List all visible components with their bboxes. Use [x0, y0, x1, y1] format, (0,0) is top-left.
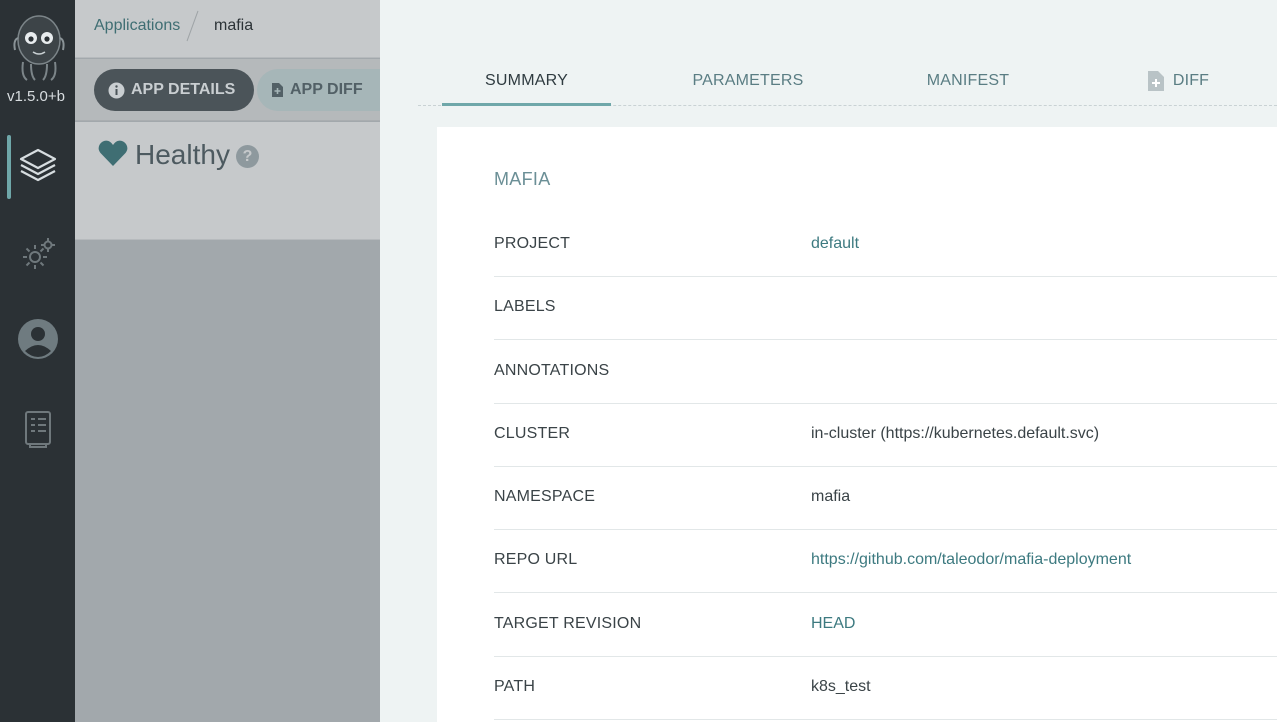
summary-row-project: PROJECT default — [494, 214, 1277, 277]
details-tabs: SUMMARY PARAMETERS MANIFEST DIFF — [418, 56, 1277, 106]
left-nav: v1.5.0+b — [0, 0, 75, 722]
tab-diff[interactable]: DIFF — [1118, 56, 1238, 105]
breadcrumb-separator — [186, 10, 199, 42]
path-value: k8s_test — [811, 678, 871, 695]
breadcrumb-current: mafia — [214, 17, 254, 34]
namespace-value: mafia — [811, 488, 851, 505]
summary-card: MAFIA PROJECT default LABELS ANNOTATIONS… — [437, 127, 1277, 722]
tab-summary[interactable]: SUMMARY — [442, 56, 611, 105]
argo-logo-icon[interactable] — [11, 10, 67, 82]
app-details-panel: SUMMARY PARAMETERS MANIFEST DIFF MAFIA P… — [380, 0, 1277, 722]
project-link[interactable]: default — [811, 235, 859, 253]
tab-summary-label: SUMMARY — [485, 71, 568, 89]
row-label: TARGET REVISION — [494, 615, 642, 632]
row-label: PROJECT — [494, 235, 571, 252]
app-name-heading: MAFIA — [494, 169, 551, 189]
user-icon — [17, 318, 59, 365]
nav-item-settings[interactable] — [15, 232, 61, 278]
tab-parameters-label: PARAMETERS — [692, 71, 804, 89]
nav-item-docs[interactable] — [15, 408, 61, 454]
row-label: NAMESPACE — [494, 488, 596, 505]
app-details-background-pane: Applications mafia APP DETAILS APP DIFF … — [75, 0, 381, 722]
cluster-value: in-cluster (https://kubernetes.default.s… — [811, 425, 1100, 442]
summary-row-namespace: NAMESPACE mafia — [494, 467, 1277, 530]
app-details-button[interactable]: APP DETAILS — [94, 69, 254, 111]
nav-item-user-info[interactable] — [15, 318, 61, 364]
row-label: PATH — [494, 678, 536, 695]
file-diff-icon — [271, 82, 284, 98]
repo-url-link[interactable]: https://github.com/taleodor/mafia-deploy… — [811, 551, 1131, 569]
docs-icon — [22, 409, 54, 454]
tab-manifest[interactable]: MANIFEST — [898, 56, 1038, 105]
summary-row-path: PATH k8s_test — [494, 657, 1277, 720]
health-status-panel: Healthy ? — [75, 122, 380, 240]
row-label: CLUSTER — [494, 425, 571, 442]
breadcrumb: Applications mafia — [75, 0, 380, 58]
layers-icon — [17, 144, 59, 191]
summary-row-target-revision: TARGET REVISION HEAD — [494, 594, 1277, 657]
active-tab-indicator — [442, 103, 611, 106]
tab-diff-label: DIFF — [1172, 71, 1210, 89]
tab-parameters[interactable]: PARAMETERS — [668, 56, 828, 105]
info-icon — [108, 82, 125, 99]
health-status-text: Healthy — [135, 139, 230, 170]
target-revision-link[interactable]: HEAD — [811, 615, 855, 633]
breadcrumb-applications-link[interactable]: Applications — [94, 17, 180, 35]
row-label: LABELS — [494, 298, 556, 315]
heart-icon — [98, 139, 128, 172]
summary-row-annotations: ANNOTATIONS — [494, 341, 1277, 404]
tab-manifest-label: MANIFEST — [926, 71, 1010, 89]
app-diff-button[interactable]: APP DIFF — [257, 69, 381, 111]
gear-icon — [18, 233, 58, 278]
file-diff-icon — [1147, 70, 1165, 92]
row-label: ANNOTATIONS — [494, 362, 610, 379]
app-diff-label: APP DIFF — [290, 81, 363, 98]
summary-row-labels: LABELS — [494, 277, 1277, 340]
help-icon[interactable]: ? — [236, 145, 259, 168]
summary-row-cluster: CLUSTER in-cluster (https://kubernetes.d… — [494, 404, 1277, 467]
version-label: v1.5.0+b — [7, 88, 65, 105]
row-label: REPO URL — [494, 551, 578, 568]
app-toolbar: APP DETAILS APP DIFF — [75, 59, 381, 121]
summary-row-repo-url: REPO URL https://github.com/taleodor/maf… — [494, 530, 1277, 593]
app-details-label: APP DETAILS — [131, 81, 236, 98]
nav-active-indicator — [7, 135, 11, 199]
nav-item-applications[interactable] — [15, 144, 61, 190]
